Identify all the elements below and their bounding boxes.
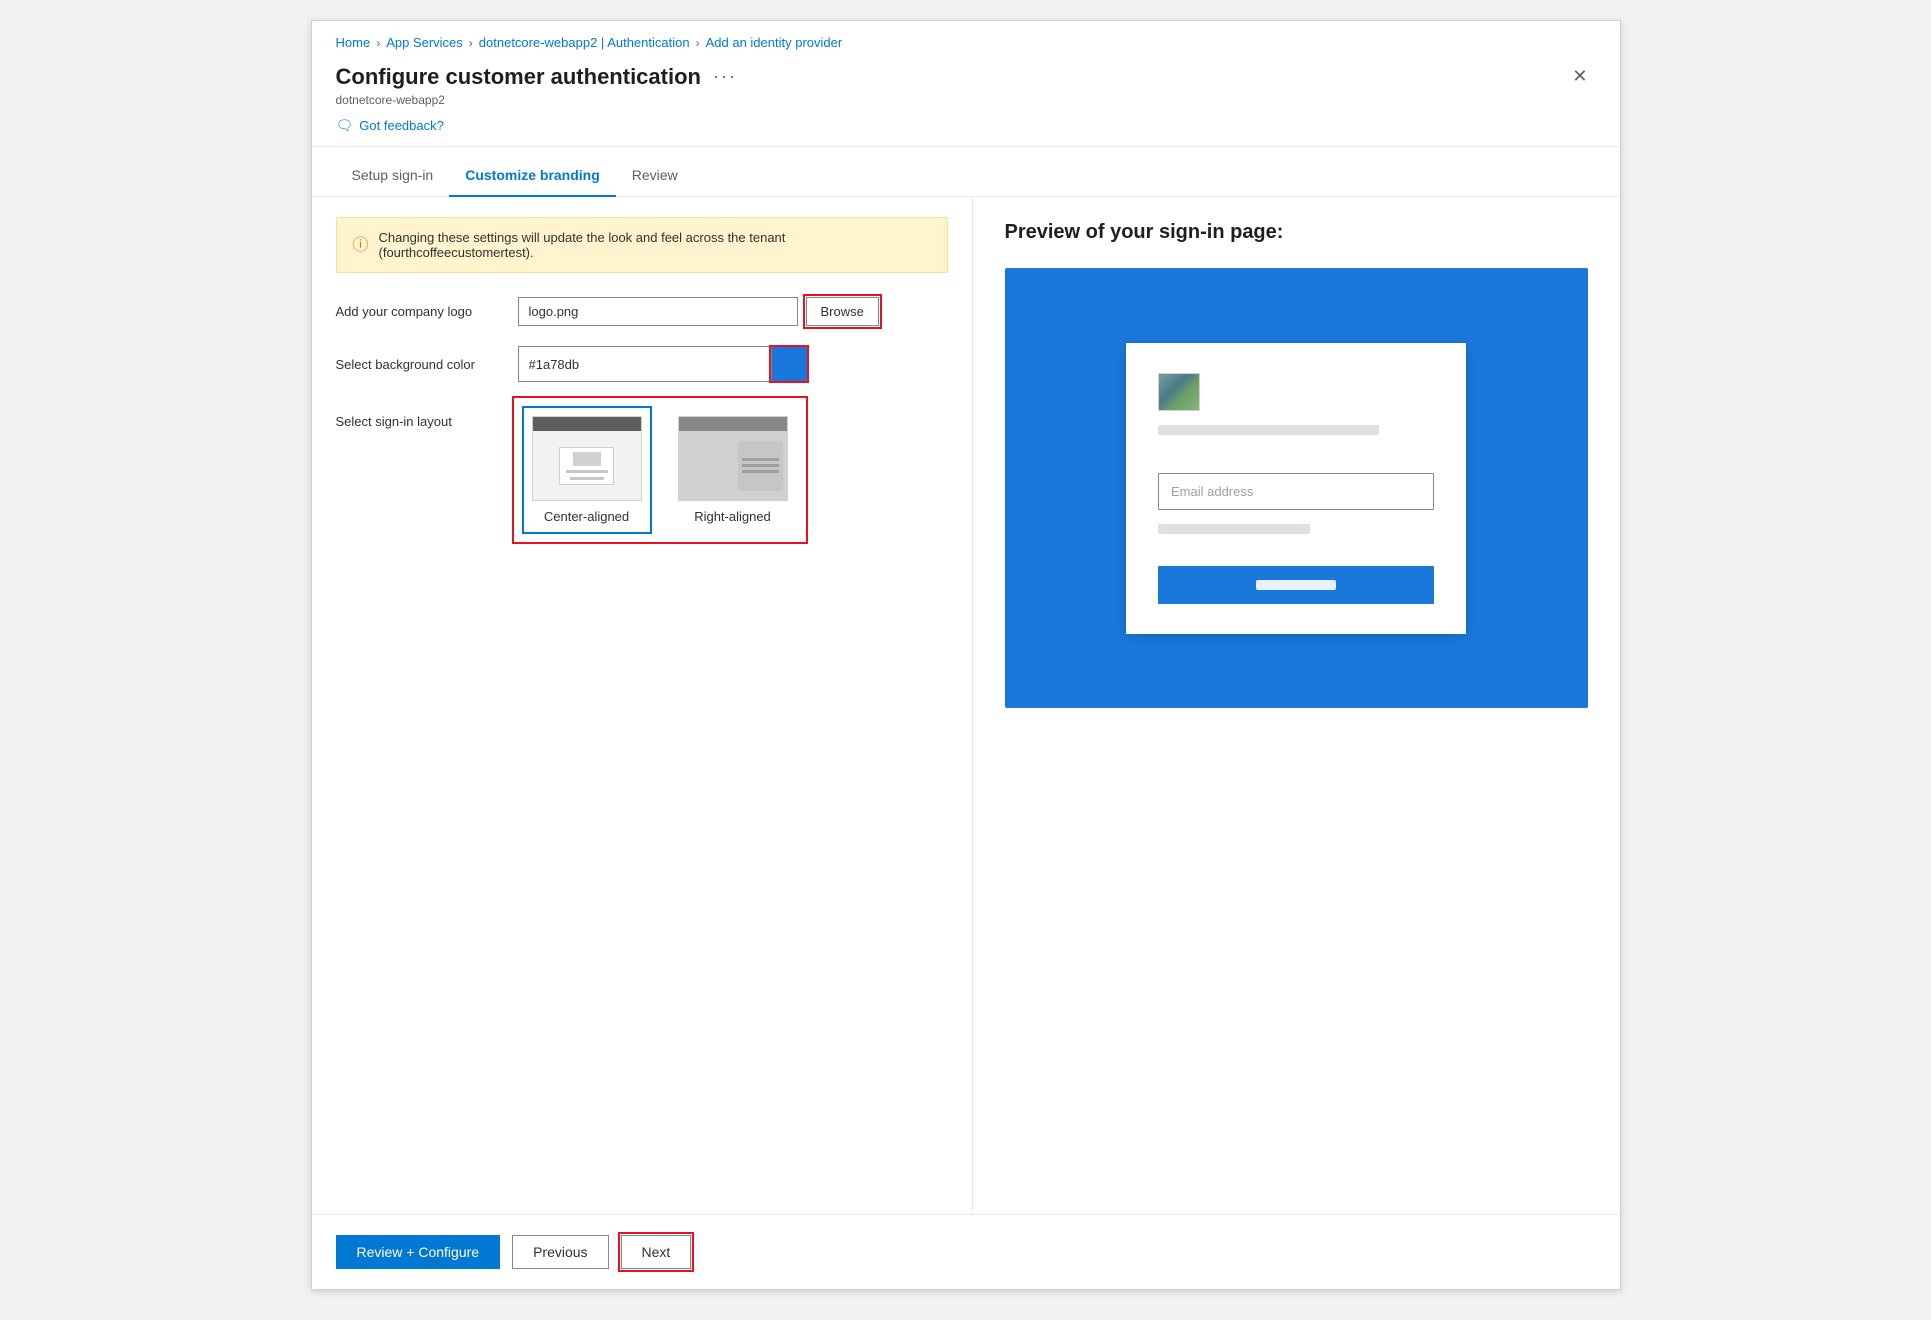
- logo-input[interactable]: [518, 297, 798, 326]
- thumb-right-box: [738, 441, 783, 491]
- panel-subtitle: dotnetcore-webapp2: [336, 93, 1596, 107]
- main-panel: Home › App Services › dotnetcore-webapp2…: [311, 20, 1621, 1290]
- thumb-header: [533, 417, 641, 431]
- feedback-icon: 🗨: [336, 117, 354, 134]
- logo-input-group: Browse: [518, 297, 879, 326]
- layout-field-row: Select sign-in layout: [336, 402, 948, 538]
- right-pane: Preview of your sign-in page: Email addr…: [972, 197, 1620, 1214]
- breadcrumb-home[interactable]: Home: [336, 35, 371, 50]
- info-icon: ⓘ: [353, 231, 369, 255]
- bottom-bar: Review + Configure Previous Next: [312, 1214, 1620, 1289]
- layout-label: Select sign-in layout: [336, 402, 506, 429]
- review-configure-button[interactable]: Review + Configure: [336, 1235, 501, 1269]
- info-banner-text: Changing these settings will update the …: [379, 230, 931, 260]
- tab-setup-signin[interactable]: Setup sign-in: [336, 155, 450, 197]
- thumb-center-box: [559, 447, 614, 485]
- color-input-wrap: [518, 346, 808, 382]
- info-banner: ⓘ Changing these settings will update th…: [336, 217, 948, 273]
- thumb-center-content: [533, 431, 641, 500]
- previous-button[interactable]: Previous: [512, 1235, 608, 1269]
- color-swatch[interactable]: [771, 347, 807, 381]
- layout-right-label: Right-aligned: [694, 509, 771, 524]
- logo-field-row: Add your company logo Browse: [336, 297, 948, 326]
- preview-container: Email address: [1005, 268, 1588, 708]
- color-text-input[interactable]: [519, 351, 771, 378]
- panel-ellipsis-menu[interactable]: ···: [713, 66, 737, 87]
- preview-title-line: [1158, 425, 1379, 435]
- left-pane: ⓘ Changing these settings will update th…: [312, 197, 972, 1214]
- preview-logo-inner: [1159, 374, 1199, 410]
- preview-title: Preview of your sign-in page:: [1005, 221, 1588, 244]
- bg-color-field-row: Select background color: [336, 346, 948, 382]
- layout-center-option[interactable]: Center-aligned: [522, 406, 652, 534]
- thumb-right-content: [679, 431, 787, 500]
- preview-link-line: [1158, 524, 1310, 534]
- preview-btn-inner: [1256, 580, 1336, 590]
- feedback-link[interactable]: 🗨 Got feedback?: [336, 117, 1596, 134]
- panel-header: Configure customer authentication ··· ✕ …: [312, 58, 1620, 147]
- layout-center-label: Center-aligned: [544, 509, 629, 524]
- panel-title: Configure customer authentication: [336, 64, 701, 90]
- tab-bar: Setup sign-in Customize branding Review: [312, 155, 1620, 197]
- feedback-label: Got feedback?: [359, 118, 444, 133]
- thumb-right-header: [679, 417, 787, 431]
- layout-center-thumb: [532, 416, 642, 501]
- logo-label: Add your company logo: [336, 304, 506, 319]
- layout-options: Center-aligned: [518, 402, 802, 538]
- preview-email-input: Email address: [1158, 473, 1434, 510]
- content-area: ⓘ Changing these settings will update th…: [312, 197, 1620, 1214]
- next-button[interactable]: Next: [621, 1235, 692, 1269]
- breadcrumb-app-services[interactable]: App Services: [386, 35, 463, 50]
- preview-submit-button: [1158, 566, 1434, 604]
- bg-color-label: Select background color: [336, 357, 506, 372]
- breadcrumb: Home › App Services › dotnetcore-webapp2…: [312, 21, 1620, 58]
- browse-button[interactable]: Browse: [806, 297, 879, 326]
- layout-right-thumb: [678, 416, 788, 501]
- breadcrumb-webapp-auth[interactable]: dotnetcore-webapp2 | Authentication: [479, 35, 690, 50]
- close-button[interactable]: ✕: [1564, 62, 1595, 91]
- breadcrumb-add-identity[interactable]: Add an identity provider: [706, 35, 843, 50]
- tab-customize-branding[interactable]: Customize branding: [449, 155, 616, 197]
- preview-card: Email address: [1126, 343, 1466, 634]
- tab-review[interactable]: Review: [616, 155, 694, 197]
- preview-logo: [1158, 373, 1200, 411]
- layout-right-option[interactable]: Right-aligned: [668, 406, 798, 534]
